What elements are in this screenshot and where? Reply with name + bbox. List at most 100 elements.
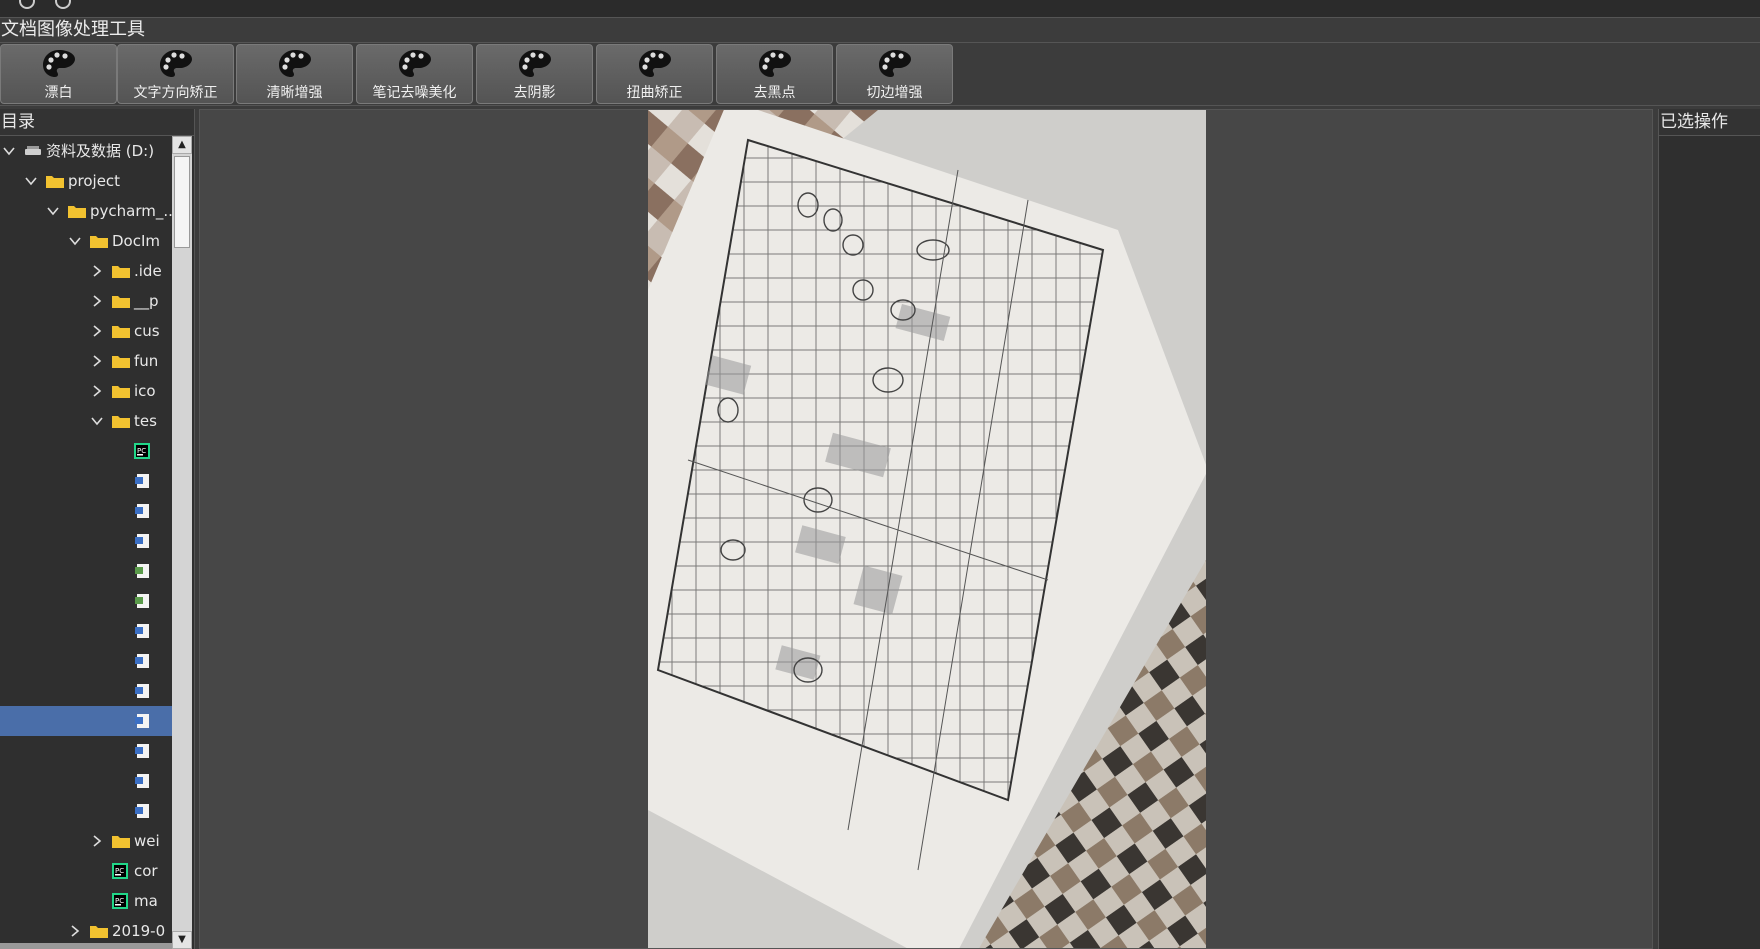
folder-icon — [112, 356, 130, 368]
tree-item-label: 2019-0 — [112, 922, 166, 940]
folder-icon — [90, 926, 108, 938]
directory-panel-title: 目录 — [0, 109, 194, 136]
tree-item[interactable]: fun — [0, 346, 172, 376]
svg-text:PC: PC — [115, 867, 124, 875]
folder-icon — [46, 176, 64, 188]
tree-item[interactable] — [0, 466, 172, 496]
svg-text:PC: PC — [137, 447, 146, 455]
tree-item-label: ico — [134, 382, 156, 400]
tree-item-label: tes — [134, 412, 157, 430]
chevron-down-icon[interactable] — [69, 235, 81, 247]
tree-item[interactable] — [0, 646, 172, 676]
window-control-icon[interactable] — [19, 0, 35, 9]
tree-item[interactable] — [0, 556, 172, 586]
toolbar-button[interactable]: 切边增强 — [836, 44, 953, 104]
tree-item[interactable]: tes — [0, 406, 172, 436]
image-file-icon — [135, 714, 149, 728]
toolbar-button[interactable]: 去黑点 — [716, 44, 833, 104]
chevron-right-icon[interactable] — [91, 265, 103, 277]
tree-item[interactable] — [0, 616, 172, 646]
tree-item[interactable] — [0, 676, 172, 706]
folder-icon — [112, 416, 130, 428]
image-file-icon — [135, 684, 149, 698]
toolbar-button[interactable]: 漂白 — [0, 44, 117, 104]
spreadsheet-file-icon — [135, 594, 149, 608]
tree-item[interactable]: 资料及数据 (D:) — [0, 136, 172, 166]
chevron-right-icon[interactable] — [91, 325, 103, 337]
toolbar-button-label: 笔记去噪美化 — [372, 85, 457, 101]
toolbar-button[interactable]: 扭曲矫正 — [596, 44, 713, 104]
tree-item[interactable] — [0, 706, 172, 736]
tree-item[interactable] — [0, 766, 172, 796]
image-file-icon — [135, 774, 149, 788]
toolbar: 漂白 文字方向矫正 清晰增强 笔记去噪美化 去阴影 扭曲矫正 去黑点 切边增强 — [0, 43, 1760, 106]
tree-item-label: pycharm_... — [90, 202, 172, 220]
directory-panel: 目录 资料及数据 (D:) project pycharm_... DocIm .ide… — [0, 109, 195, 949]
tree-item[interactable]: project — [0, 166, 172, 196]
toolbar-button-label: 文字方向矫正 — [133, 85, 218, 101]
pycharm-file-icon: PC — [134, 443, 150, 459]
chevron-down-icon[interactable] — [47, 205, 59, 217]
tree-item[interactable]: DocIm — [0, 226, 172, 256]
chevron-right-icon[interactable] — [91, 835, 103, 847]
chevron-right-icon[interactable] — [91, 385, 103, 397]
tree-item[interactable] — [0, 526, 172, 556]
window-control-icon[interactable] — [55, 0, 71, 9]
tree-item[interactable] — [0, 736, 172, 766]
toolbar-button[interactable]: 笔记去噪美化 — [356, 44, 473, 104]
selected-operations-panel: 已选操作 — [1658, 109, 1760, 949]
image-file-icon — [135, 624, 149, 638]
chevron-right-icon[interactable] — [69, 925, 81, 937]
toolbar-button-label: 去阴影 — [513, 85, 556, 101]
tree-item[interactable]: ico — [0, 376, 172, 406]
scroll-down-icon[interactable]: ▼ — [172, 931, 192, 949]
image-viewer[interactable] — [199, 109, 1653, 949]
image-file-icon — [135, 504, 149, 518]
tree-item-label: fun — [134, 352, 159, 370]
svg-text:PC: PC — [115, 897, 124, 905]
palette-icon — [399, 50, 431, 77]
toolbar-button-label: 去黑点 — [753, 85, 796, 101]
tree-item-label: __p — [134, 292, 159, 310]
chevron-right-icon[interactable] — [91, 295, 103, 307]
tree-item[interactable]: PC — [0, 436, 172, 466]
folder-icon — [112, 266, 130, 278]
toolbar-button-label: 漂白 — [44, 85, 73, 101]
toolbar-button-label: 切边增强 — [866, 85, 923, 101]
tree-horizontal-scrollbar[interactable] — [0, 943, 172, 949]
tree-vertical-scrollbar[interactable]: ▲ ▼ — [172, 136, 192, 949]
image-file-icon — [135, 654, 149, 668]
toolbar-button[interactable]: 去阴影 — [476, 44, 593, 104]
tree-item-label: ma — [134, 892, 158, 910]
scrollbar-thumb[interactable] — [174, 156, 190, 248]
tree-item[interactable]: PC cor — [0, 856, 172, 886]
tree-item[interactable]: 2019-0 — [0, 916, 172, 946]
folder-icon — [112, 326, 130, 338]
drive-icon — [25, 146, 41, 155]
toolbar-button[interactable]: 文字方向矫正 — [117, 44, 234, 104]
chevron-right-icon[interactable] — [91, 355, 103, 367]
palette-icon — [43, 50, 75, 77]
tree-item-label: DocIm — [112, 232, 161, 250]
toolbar-button[interactable]: 清晰增强 — [236, 44, 353, 104]
file-tree: 资料及数据 (D:) project pycharm_... DocIm .ide __p… — [0, 136, 172, 949]
app-title: 文档图像处理工具 — [1, 19, 145, 40]
tree-item[interactable]: __p — [0, 286, 172, 316]
tree-item[interactable]: pycharm_... — [0, 196, 172, 226]
folder-icon — [90, 236, 108, 248]
chevron-down-icon[interactable] — [3, 145, 15, 157]
palette-icon — [639, 50, 671, 77]
scroll-up-icon[interactable]: ▲ — [172, 136, 192, 154]
tree-item[interactable]: .ide — [0, 256, 172, 286]
tree-item[interactable]: wei — [0, 826, 172, 856]
tree-item[interactable] — [0, 586, 172, 616]
tree-item[interactable] — [0, 796, 172, 826]
tree-item[interactable]: cus — [0, 316, 172, 346]
chevron-down-icon[interactable] — [25, 175, 37, 187]
toolbar-button-label: 扭曲矫正 — [626, 85, 683, 101]
spreadsheet-file-icon — [135, 564, 149, 578]
chevron-down-icon[interactable] — [91, 415, 103, 427]
image-file-icon — [135, 534, 149, 548]
tree-item[interactable]: PC ma — [0, 886, 172, 916]
tree-item[interactable] — [0, 496, 172, 526]
